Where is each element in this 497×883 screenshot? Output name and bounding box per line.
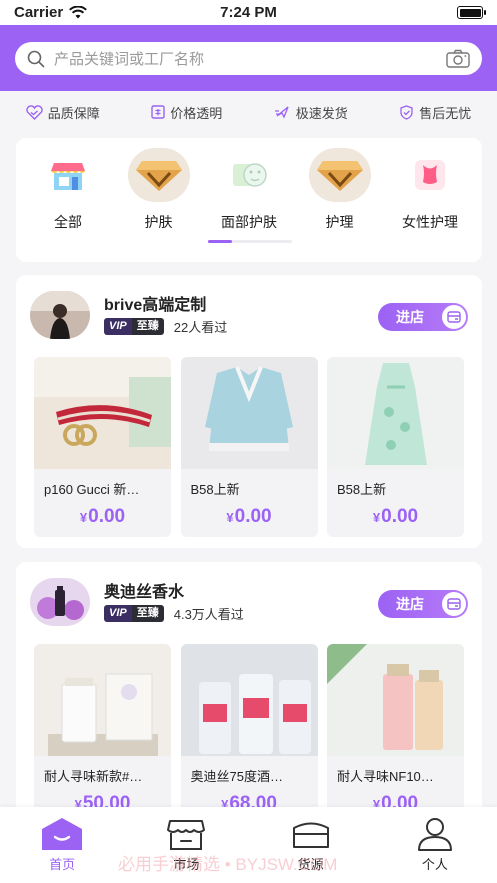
product-image: [180, 644, 318, 756]
tab-profile[interactable]: 个人: [395, 817, 475, 883]
badge-quality: 品质保障: [26, 103, 100, 122]
badge-shipping: 极速发货: [274, 103, 348, 122]
product-image: [327, 357, 464, 469]
gem-icon: [316, 161, 363, 191]
product-title: p160 Gucci 新…: [44, 482, 140, 497]
price-tag-icon: [151, 105, 165, 119]
product-card[interactable]: 耐人寻味新款#… ¥50.00: [34, 644, 171, 824]
shop-card: 奥迪丝香水 VIP 至臻 4.3万人看过 进店 耐人寻味新款#… ¥50.00: [16, 562, 482, 824]
product-price: ¥0.00: [372, 506, 419, 527]
gem-icon: [135, 161, 182, 191]
product-price: ¥0.00: [226, 506, 272, 527]
shop-name[interactable]: brive高端定制: [104, 291, 206, 315]
shop-avatar[interactable]: [30, 291, 90, 339]
tab-market[interactable]: 市场: [146, 817, 226, 883]
wifi-icon: [69, 6, 88, 19]
category-all[interactable]: 全部: [28, 148, 108, 232]
badge-aftersale: 售后无忧: [399, 103, 471, 122]
store-arrow-icon: [442, 305, 466, 329]
category-skincare[interactable]: 护肤: [119, 148, 199, 232]
enter-shop-button[interactable]: 进店: [378, 303, 468, 331]
box-icon: [292, 822, 329, 848]
category-panel: 全部 护肤 面部护肤 护理 女性护理: [16, 138, 482, 262]
product-card[interactable]: p160 Gucci 新… ¥0.00: [34, 357, 171, 537]
user-icon: [417, 818, 452, 851]
product-image: [180, 357, 318, 469]
product-title: 耐人寻味新款#…: [44, 769, 143, 784]
header: 产品关键词或工厂名称: [0, 25, 497, 91]
product-card[interactable]: 奥迪丝75度酒… ¥68.00: [180, 644, 318, 824]
product-card[interactable]: 耐人寻味NF10… ¥0.00: [327, 644, 464, 824]
category-facial-care[interactable]: 面部护肤: [209, 148, 289, 232]
product-price: ¥0.00: [79, 506, 126, 527]
service-badges: 品质保障 价格透明 极速发货 售后无忧: [0, 91, 497, 133]
vip-badge: VIP 至臻: [104, 605, 164, 622]
badge-price: 价格透明: [151, 103, 222, 122]
search-bar[interactable]: 产品关键词或工厂名称: [15, 42, 482, 75]
product-card[interactable]: B58上新 ¥0.00: [180, 357, 318, 537]
status-bar: Carrier 7:24 PM: [0, 0, 497, 25]
product-title: B58上新: [337, 482, 387, 497]
category-care[interactable]: 护理: [300, 148, 380, 232]
body-silhouette-icon: [415, 160, 445, 190]
shop-name[interactable]: 奥迪丝香水: [104, 578, 184, 602]
shop-avatar[interactable]: [30, 578, 90, 626]
market-icon: [167, 820, 206, 850]
bottom-tab-bar: 首页 市场 货源 个人: [0, 807, 497, 883]
search-input[interactable]: 产品关键词或工厂名称: [54, 48, 437, 69]
heart-shield-icon: [26, 104, 43, 120]
camera-icon[interactable]: [446, 49, 470, 68]
product-image: [327, 644, 464, 756]
store-arrow-icon: [442, 592, 466, 616]
shop-card: brive高端定制 VIP 至臻 22人看过 进店 p160 Gucci 新… …: [16, 275, 482, 548]
carrier-label: Carrier: [14, 4, 64, 21]
view-count: 22人看过: [173, 320, 228, 335]
tab-supply[interactable]: 货源: [271, 817, 351, 883]
product-title: 奥迪丝75度酒…: [190, 769, 283, 784]
enter-shop-button[interactable]: 进店: [378, 590, 468, 618]
product-title: 耐人寻味NF10…: [337, 769, 434, 784]
tab-home[interactable]: 首页: [22, 817, 102, 883]
category-scroll-indicator: [208, 240, 292, 243]
product-image: [34, 644, 171, 756]
view-count: 4.3万人看过: [173, 607, 244, 622]
fast-shipping-icon: [274, 106, 289, 119]
home-icon: [42, 818, 83, 850]
vip-badge: VIP 至臻: [104, 318, 164, 335]
search-icon: [27, 50, 45, 67]
product-title: B58上新: [190, 482, 240, 497]
battery-icon: [457, 6, 486, 19]
shield-check-icon: [400, 104, 413, 120]
storefront-icon: [51, 163, 85, 190]
category-feminine-care[interactable]: 女性护理: [390, 148, 470, 232]
face-mask-icon: [233, 163, 267, 187]
product-image: [34, 357, 171, 469]
product-card[interactable]: B58上新 ¥0.00: [327, 357, 464, 537]
